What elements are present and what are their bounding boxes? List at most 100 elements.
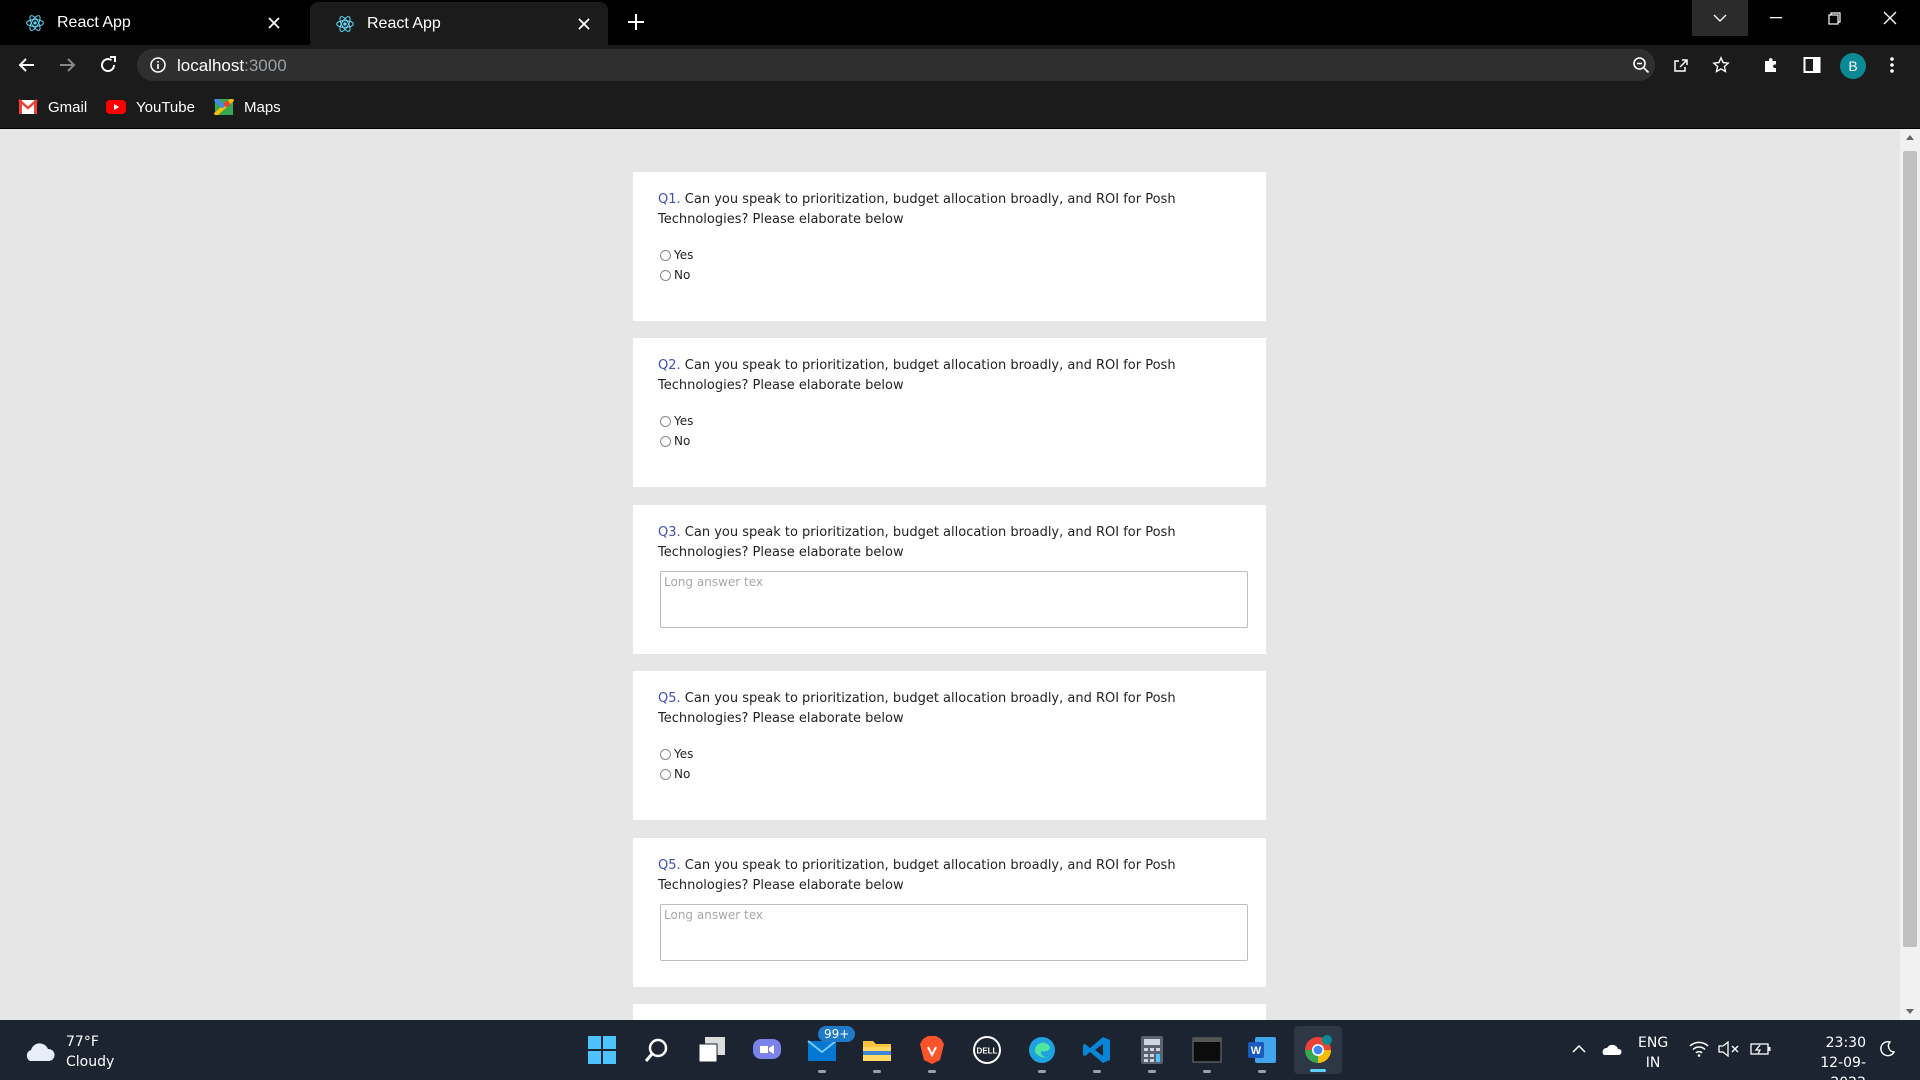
- tab-title: React App: [57, 13, 131, 31]
- chrome-app[interactable]: [1294, 1026, 1342, 1074]
- edge-app[interactable]: [1025, 1033, 1059, 1073]
- word-app[interactable]: W: [1245, 1033, 1279, 1073]
- more-vertical-icon: [1890, 57, 1894, 73]
- running-indicator: [1258, 1070, 1266, 1073]
- running-indicator: [928, 1070, 936, 1073]
- side-panel-icon: [1803, 57, 1821, 73]
- forward-arrow-icon: [60, 58, 76, 72]
- info-icon[interactable]: [149, 56, 167, 74]
- show-hidden-icons-button[interactable]: [1568, 1038, 1590, 1060]
- file-explorer-app[interactable]: [860, 1033, 894, 1073]
- task-view-button[interactable]: [695, 1033, 729, 1067]
- radio-no[interactable]: No: [660, 434, 690, 448]
- long-answer-input[interactable]: [660, 571, 1248, 628]
- bookmark-gmail[interactable]: Gmail: [18, 96, 87, 118]
- reload-button[interactable]: [96, 53, 120, 77]
- battery-button[interactable]: [1750, 1038, 1772, 1060]
- windows-icon: [588, 1036, 616, 1064]
- edge-icon: [1029, 1037, 1055, 1063]
- close-tab-icon[interactable]: [262, 11, 286, 35]
- dell-app[interactable]: DELL: [970, 1033, 1004, 1067]
- reload-icon: [101, 56, 116, 73]
- input-language[interactable]: ENG IN: [1638, 1033, 1668, 1073]
- question-text: Q1. Can you speak to prioritization, bud…: [658, 192, 1176, 227]
- running-indicator: [1038, 1070, 1046, 1073]
- vscode-app[interactable]: [1080, 1033, 1114, 1073]
- close-window-button[interactable]: [1862, 0, 1918, 36]
- browser-tab-1[interactable]: React App: [0, 0, 298, 45]
- question-card: Q3. Can you speak to prioritization, bud…: [633, 505, 1266, 654]
- running-indicator: [1310, 1069, 1326, 1072]
- scrollbar-thumb[interactable]: [1903, 151, 1917, 947]
- volume-muted-icon: [1718, 1041, 1739, 1057]
- radio-circle[interactable]: [660, 768, 671, 780]
- page-scrollbar[interactable]: [1900, 129, 1920, 1020]
- bookmark-youtube[interactable]: YouTube: [106, 96, 195, 118]
- maps-icon: [214, 99, 234, 115]
- radio-circle[interactable]: [660, 249, 671, 261]
- browser-toolbar: localhost:3000 B: [0, 45, 1920, 85]
- vscode-icon: [1083, 1037, 1110, 1063]
- profile-avatar[interactable]: B: [1840, 53, 1866, 79]
- running-indicator: [818, 1070, 826, 1073]
- start-button[interactable]: [585, 1033, 619, 1067]
- bookmark-maps[interactable]: Maps: [214, 96, 281, 118]
- radio-yes[interactable]: Yes: [660, 747, 693, 761]
- restore-button[interactable]: [1806, 0, 1862, 36]
- address-bar[interactable]: localhost:3000: [137, 49, 1730, 81]
- system-clock[interactable]: 23:30 12-09-2022: [1788, 1033, 1866, 1080]
- teams-chat-button[interactable]: [750, 1033, 784, 1067]
- browser-tab-2[interactable]: React App: [310, 2, 608, 45]
- moon-icon: [1880, 1040, 1896, 1057]
- terminal-app[interactable]: [1190, 1033, 1224, 1073]
- chevron-down-icon: [1713, 14, 1727, 22]
- tab-title: React App: [367, 14, 441, 32]
- close-icon: [1883, 11, 1897, 25]
- new-tab-button[interactable]: [624, 10, 648, 34]
- bookmark-star-button[interactable]: [1709, 53, 1733, 77]
- back-button[interactable]: [15, 53, 39, 77]
- radio-circle[interactable]: [660, 435, 671, 447]
- forward-button[interactable]: [55, 53, 79, 77]
- wifi-icon: [1689, 1041, 1709, 1057]
- radio-circle[interactable]: [660, 269, 671, 281]
- weather-widget[interactable]: 77°F Cloudy: [22, 1032, 114, 1072]
- radio-circle[interactable]: [660, 748, 671, 760]
- question-card: Q2. Can you speak to prioritization, bud…: [633, 338, 1266, 487]
- bookmarks-bar: Gmail YouTube Maps: [0, 85, 1920, 129]
- calculator-app[interactable]: [1135, 1033, 1169, 1073]
- windows-taskbar: 77°F Cloudy 99+ DELL W ENG IN 23:30 12-0…: [0, 1020, 1920, 1080]
- scroll-down-arrow-icon[interactable]: [1906, 1009, 1914, 1014]
- share-button[interactable]: [1669, 53, 1693, 77]
- brave-app[interactable]: [915, 1033, 949, 1073]
- svg-text:DELL: DELL: [977, 1047, 998, 1056]
- tab-search-button[interactable]: [1692, 0, 1748, 36]
- question-card: [633, 1004, 1266, 1020]
- extensions-button[interactable]: [1759, 53, 1783, 77]
- onedrive-button[interactable]: [1600, 1038, 1622, 1060]
- cloud-icon: [26, 1043, 55, 1061]
- notifications-button[interactable]: [1876, 1038, 1898, 1060]
- url-text: localhost:3000: [177, 56, 287, 75]
- zoom-button[interactable]: [1629, 53, 1653, 77]
- radio-yes[interactable]: Yes: [660, 414, 693, 428]
- menu-button[interactable]: [1880, 53, 1904, 77]
- question-card: Q5. Can you speak to prioritization, bud…: [633, 838, 1266, 987]
- wifi-button[interactable]: [1688, 1038, 1710, 1060]
- long-answer-input[interactable]: [660, 904, 1248, 961]
- page-viewport: Q1. Can you speak to prioritization, bud…: [0, 129, 1900, 1020]
- minimize-button[interactable]: [1748, 0, 1804, 36]
- radio-no[interactable]: No: [660, 268, 690, 282]
- side-panel-button[interactable]: [1800, 53, 1824, 77]
- tab-strip: React App React App: [0, 0, 1920, 45]
- radio-no[interactable]: No: [660, 767, 690, 781]
- question-number: Q3.: [658, 525, 681, 540]
- search-button[interactable]: [640, 1033, 674, 1067]
- volume-button[interactable]: [1718, 1038, 1740, 1060]
- restore-icon: [1827, 11, 1841, 25]
- close-tab-icon[interactable]: [572, 12, 596, 36]
- radio-yes[interactable]: Yes: [660, 248, 693, 262]
- scroll-up-arrow-icon[interactable]: [1906, 135, 1914, 140]
- puzzle-icon: [1765, 58, 1776, 72]
- radio-circle[interactable]: [660, 415, 671, 427]
